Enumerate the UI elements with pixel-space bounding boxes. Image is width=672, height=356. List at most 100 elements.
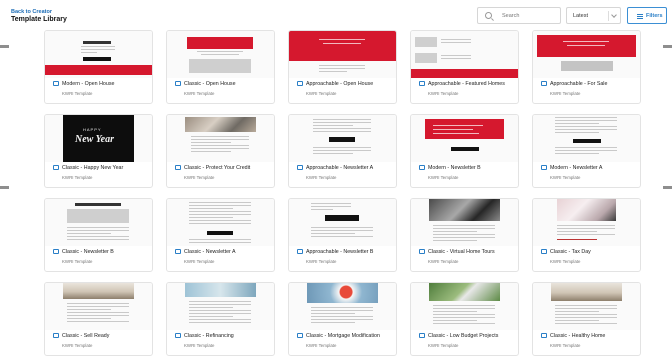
template-source: KWRI Template — [428, 91, 459, 96]
right-edge-marker — [663, 186, 672, 189]
sort-select[interactable]: Latest — [566, 7, 621, 24]
template-source: KWRI Template — [550, 343, 581, 348]
template-source: KWRI Template — [184, 259, 215, 264]
template-source: KWRI Template — [62, 343, 93, 348]
template-source: KWRI Template — [184, 175, 215, 180]
template-card[interactable]: Classic - Protect Your Credit KWRI Templ… — [166, 114, 275, 188]
template-card[interactable]: Modern - Open House KWRI Template — [44, 30, 153, 104]
right-edge-marker — [663, 45, 672, 48]
template-source: KWRI Template — [550, 175, 581, 180]
template-card[interactable]: Classic - Refinancing KWRI Template — [166, 282, 275, 356]
template-thumbnail[interactable] — [167, 31, 274, 78]
template-card[interactable]: Classic - Virtual Home Tours KWRI Templa… — [410, 198, 519, 272]
template-name-label: Classic - Newsletter B — [62, 249, 114, 255]
template-card[interactable]: Approachable - Featured Homes KWRI Templ… — [410, 30, 519, 104]
template-name: Classic - Sell Ready — [53, 333, 152, 341]
template-source: KWRI Template — [428, 175, 459, 180]
select-divider — [608, 11, 609, 21]
template-name: Approachable - For Sale — [541, 81, 640, 89]
template-card[interactable]: Classic - Open House KWRI Template — [166, 30, 275, 104]
template-name-label: Approachable - Newsletter A — [306, 165, 374, 171]
template-thumbnail[interactable] — [45, 31, 152, 78]
template-name: Approachable - Newsletter A — [297, 165, 396, 173]
template-name: Modern - Newsletter A — [541, 165, 640, 173]
template-thumbnail[interactable] — [411, 199, 518, 246]
filters-button-label: Filters — [646, 13, 663, 19]
template-name-label: Classic - Happy New Year — [62, 165, 124, 171]
template-card[interactable]: Approachable - Newsletter B KWRI Templat… — [288, 198, 397, 272]
template-card[interactable]: HAPPY New Year Classic - Happy New Year K… — [44, 114, 153, 188]
template-thumbnail[interactable] — [533, 115, 640, 162]
template-name: Classic - Virtual Home Tours — [419, 249, 518, 257]
template-card[interactable]: Classic - Newsletter B KWRI Template — [44, 198, 153, 272]
template-source: KWRI Template — [184, 343, 215, 348]
back-to-creator-link[interactable]: Back to Creator — [11, 9, 52, 15]
template-icon — [419, 165, 425, 170]
template-thumbnail[interactable] — [167, 283, 274, 330]
template-icon — [297, 249, 303, 254]
template-thumbnail[interactable] — [411, 31, 518, 78]
template-card[interactable]: Classic - Mortgage Modification KWRI Tem… — [288, 282, 397, 356]
template-name-label: Modern - Newsletter A — [550, 165, 603, 171]
template-card[interactable]: Classic - Newsletter A KWRI Template — [166, 198, 275, 272]
search-input[interactable] — [502, 11, 557, 21]
template-card[interactable]: Modern - Newsletter B KWRI Template — [410, 114, 519, 188]
filters-button[interactable]: Filters — [627, 7, 667, 24]
template-card[interactable]: Modern - Newsletter A KWRI Template — [532, 114, 641, 188]
template-icon — [53, 165, 59, 170]
template-icon — [53, 249, 59, 254]
template-icon — [297, 165, 303, 170]
template-name-label: Classic - Sell Ready — [62, 333, 110, 339]
template-card[interactable]: Classic - Low Budget Projects KWRI Templ… — [410, 282, 519, 356]
template-card[interactable]: Classic - Healthy Home KWRI Template — [532, 282, 641, 356]
template-name-label: Classic - Virtual Home Tours — [428, 249, 495, 255]
template-source: KWRI Template — [550, 91, 581, 96]
template-name: Classic - Low Budget Projects — [419, 333, 518, 341]
template-name: Modern - Newsletter B — [419, 165, 518, 173]
template-thumbnail[interactable] — [167, 199, 274, 246]
template-thumbnail[interactable] — [289, 283, 396, 330]
template-icon — [541, 333, 547, 338]
template-card[interactable]: Classic - Tax Day KWRI Template — [532, 198, 641, 272]
template-thumbnail[interactable] — [289, 115, 396, 162]
template-card[interactable]: Approachable - Newsletter A KWRI Templat… — [288, 114, 397, 188]
template-card[interactable]: Approachable - For Sale KWRI Template — [532, 30, 641, 104]
template-name: Classic - Refinancing — [175, 333, 274, 341]
template-name: Approachable - Open House — [297, 81, 396, 89]
template-thumbnail[interactable] — [289, 199, 396, 246]
template-grid: Modern - Open House KWRI Template Classi… — [44, 30, 641, 356]
template-thumbnail[interactable] — [45, 283, 152, 330]
template-name: Approachable - Newsletter B — [297, 249, 396, 257]
template-thumbnail[interactable] — [45, 199, 152, 246]
template-thumbnail[interactable] — [167, 115, 274, 162]
search-box[interactable] — [477, 7, 561, 24]
search-icon — [485, 12, 492, 19]
page-header: Back to Creator Template Library Latest … — [0, 0, 672, 30]
template-source: KWRI Template — [428, 259, 459, 264]
template-thumbnail[interactable] — [533, 199, 640, 246]
template-name-label: Classic - Low Budget Projects — [428, 333, 499, 339]
template-thumbnail[interactable] — [411, 283, 518, 330]
template-icon — [419, 249, 425, 254]
template-card[interactable]: Classic - Sell Ready KWRI Template — [44, 282, 153, 356]
left-edge-marker — [0, 45, 9, 48]
template-thumbnail[interactable] — [533, 283, 640, 330]
template-thumbnail[interactable] — [289, 31, 396, 78]
template-icon — [541, 165, 547, 170]
chevron-down-icon — [611, 12, 617, 18]
template-source: KWRI Template — [184, 91, 215, 96]
template-source: KWRI Template — [306, 175, 337, 180]
template-name-label: Approachable - Open House — [306, 81, 374, 87]
template-icon — [419, 81, 425, 86]
template-name: Approachable - Featured Homes — [419, 81, 518, 89]
template-thumbnail[interactable] — [411, 115, 518, 162]
template-name-label: Modern - Open House — [62, 81, 115, 87]
template-card[interactable]: Approachable - Open House KWRI Template — [288, 30, 397, 104]
template-name-label: Classic - Protect Your Credit — [184, 165, 251, 171]
template-name-label: Classic - Open House — [184, 81, 236, 87]
template-thumbnail[interactable]: HAPPY New Year — [45, 115, 152, 162]
template-thumbnail[interactable] — [533, 31, 640, 78]
sort-select-value: Latest — [573, 13, 588, 19]
template-icon — [175, 165, 181, 170]
template-name-label: Classic - Tax Day — [550, 249, 591, 255]
